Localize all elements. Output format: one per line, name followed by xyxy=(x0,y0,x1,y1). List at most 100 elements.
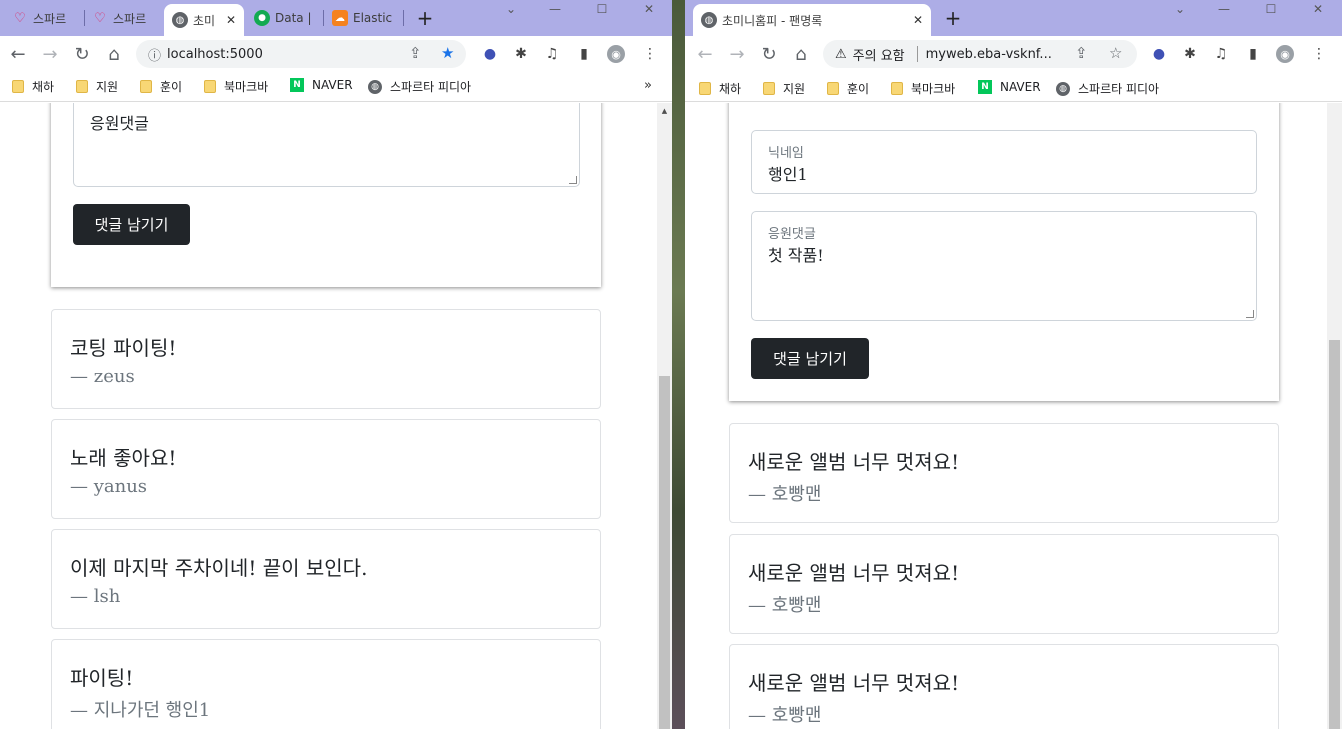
home-icon[interactable]: ⌂ xyxy=(100,40,128,68)
comment-textarea[interactable]: 응원댓글 첫 작품! xyxy=(751,211,1257,321)
page-scrollbar[interactable]: ▲ xyxy=(657,103,672,729)
bookmark-star-icon[interactable]: ★ xyxy=(441,44,454,62)
forward-icon[interactable]: → xyxy=(723,40,751,68)
comment-author: — zeus xyxy=(70,366,135,387)
profile-icon[interactable]: ◉ xyxy=(1276,45,1294,63)
comment-card: 이제 마지막 주차이네! 끝이 보인다. — lsh xyxy=(51,529,601,629)
url-text: myweb.eba-vsknf... xyxy=(925,46,1052,62)
reload-icon[interactable]: ↻ xyxy=(68,40,96,68)
tab-strip: ◍ 초미니홈피 - 팬명록 ✕ + ⌄ — ☐ ✕ xyxy=(685,0,1342,36)
page-scrollbar[interactable] xyxy=(1327,103,1342,729)
browser-toolbar: ← → ↻ ⌂ ⓘ localhost:5000 ⇪ ★ ● ✱ ♫ ▮ ◉ ⋮ xyxy=(0,36,672,72)
address-divider xyxy=(916,46,918,62)
bookmark-item-naver[interactable]: N NAVER xyxy=(290,78,353,92)
comment-value: 응원댓글 xyxy=(90,114,149,133)
scrollbar-thumb[interactable] xyxy=(659,376,670,729)
side-panel-icon[interactable]: ▮ xyxy=(575,45,593,63)
menu-icon[interactable]: ⋮ xyxy=(1310,45,1328,63)
folder-icon xyxy=(12,80,24,93)
bookmark-item[interactable]: 훈이 xyxy=(140,78,182,95)
address-bar[interactable]: ⚠ 주의 요함 myweb.eba-vsknf... ⇪ ☆ xyxy=(823,40,1137,68)
maximize-icon[interactable]: ☐ xyxy=(587,0,617,18)
globe-icon: ◍ xyxy=(172,12,188,28)
bookmark-item[interactable]: 채하 xyxy=(699,80,741,97)
submit-comment-button[interactable]: 댓글 남기기 xyxy=(73,204,190,245)
comment-message: 새로운 앨범 너무 멋져요! xyxy=(748,671,960,695)
new-tab-button[interactable]: + xyxy=(939,4,967,32)
cloud-icon: ☁ xyxy=(332,10,348,26)
comment-textarea[interactable]: 응원댓글 xyxy=(73,103,580,187)
maximize-icon[interactable]: ☐ xyxy=(1256,0,1286,18)
resize-grip-icon[interactable] xyxy=(1246,310,1254,318)
comment-message: 새로운 앨범 너무 멋져요! xyxy=(748,450,960,474)
bookmark-star-icon[interactable]: ☆ xyxy=(1109,44,1122,62)
nickname-field[interactable]: 닉네임 행인1 xyxy=(751,130,1257,194)
close-icon[interactable]: ✕ xyxy=(226,13,236,27)
puzzle-icon[interactable]: ✱ xyxy=(512,45,530,63)
bookmark-label: 채하 xyxy=(719,82,742,96)
nickname-value: 행인1 xyxy=(768,165,808,184)
scroll-up-icon[interactable]: ▲ xyxy=(657,103,672,118)
more-bookmarks-icon[interactable]: » xyxy=(644,78,652,93)
home-icon[interactable]: ⌂ xyxy=(787,40,815,68)
extension-icon[interactable]: ● xyxy=(1150,45,1168,63)
extension-icon[interactable]: ● xyxy=(481,45,499,63)
page-viewport: 응원댓글 댓글 남기기 코팅 파이팅! — zeus 노래 좋아요! — yan… xyxy=(0,103,657,729)
reload-icon[interactable]: ↻ xyxy=(755,40,783,68)
bookmark-item[interactable]: 지원 xyxy=(76,78,118,95)
side-panel-icon[interactable]: ▮ xyxy=(1244,45,1262,63)
tab-search-icon[interactable]: ⌄ xyxy=(496,0,526,18)
media-icon[interactable]: ♫ xyxy=(1212,45,1230,63)
comment-label: 응원댓글 xyxy=(768,227,816,242)
comment-card: 새로운 앨범 너무 멋져요! — 호빵맨 xyxy=(729,423,1279,523)
close-window-icon[interactable]: ✕ xyxy=(1303,0,1333,18)
resize-grip-icon[interactable] xyxy=(569,176,577,184)
bookmark-label: NAVER xyxy=(1000,80,1041,94)
bookmark-label: NAVER xyxy=(312,78,353,92)
naver-icon: N xyxy=(290,78,304,92)
bookmark-item[interactable]: 북마크바 xyxy=(891,80,955,97)
comment-message: 새로운 앨범 너무 멋져요! xyxy=(748,561,960,585)
profile-icon[interactable]: ◉ xyxy=(607,45,625,63)
info-icon[interactable]: ⓘ xyxy=(148,45,161,64)
close-window-icon[interactable]: ✕ xyxy=(634,0,664,18)
bookmark-label: 스파르타 피디아 xyxy=(1078,82,1160,96)
bookmark-item[interactable]: 훈이 xyxy=(827,80,869,97)
menu-icon[interactable]: ⋮ xyxy=(641,45,659,63)
share-icon[interactable]: ⇪ xyxy=(409,44,422,62)
comment-message: 이제 마지막 주차이네! 끝이 보인다. xyxy=(70,556,368,580)
submit-comment-button[interactable]: 댓글 남기기 xyxy=(751,338,869,379)
tab-minihompy-guestbook[interactable]: ◍ 초미니홈피 - 팬명록 ✕ xyxy=(693,4,931,36)
close-icon[interactable]: ✕ xyxy=(913,13,923,27)
media-icon[interactable]: ♫ xyxy=(543,45,561,63)
bookmark-item[interactable]: ◍ 스파르타 피디아 xyxy=(368,78,471,95)
bookmark-item[interactable]: ◍ 스파르타 피디아 xyxy=(1056,80,1159,97)
back-icon[interactable]: ← xyxy=(4,40,32,68)
bookmark-label: 지원 xyxy=(96,80,119,94)
tab-search-icon[interactable]: ⌄ xyxy=(1165,0,1195,18)
minimize-icon[interactable]: — xyxy=(1209,0,1239,18)
tab-minihompy-active[interactable]: ◍ 초미 ✕ xyxy=(164,4,244,36)
forward-icon[interactable]: → xyxy=(36,40,64,68)
puzzle-icon[interactable]: ✱ xyxy=(1181,45,1199,63)
tab-sparta-1[interactable]: ♡ 스파르 xyxy=(4,0,82,36)
scrollbar-thumb[interactable] xyxy=(1329,340,1340,729)
share-icon[interactable]: ⇪ xyxy=(1075,44,1088,62)
bookmark-item-naver[interactable]: N NAVER xyxy=(978,80,1041,94)
tab-elastic[interactable]: ☁ Elastic xyxy=(324,0,402,36)
bookmarks-bar: 채하 지원 훈이 북마크바 N NAVER ◍ 스파르타 피디아 » xyxy=(0,72,672,102)
address-bar[interactable]: ⓘ localhost:5000 ⇪ ★ xyxy=(136,40,466,68)
minimize-icon[interactable]: — xyxy=(540,0,570,18)
comment-author: — 호빵맨 xyxy=(748,595,822,616)
desktop-background xyxy=(672,0,685,729)
bookmark-item[interactable]: 북마크바 xyxy=(204,78,268,95)
back-icon[interactable]: ← xyxy=(691,40,719,68)
warning-icon[interactable]: ⚠ xyxy=(835,47,847,62)
new-tab-button[interactable]: + xyxy=(411,4,439,32)
comment-message: 코팅 파이팅! xyxy=(70,336,177,360)
bookmark-item[interactable]: 지원 xyxy=(763,80,805,97)
tab-sparta-2[interactable]: ♡ 스파르 xyxy=(84,0,162,36)
folder-icon xyxy=(699,82,711,95)
tab-data[interactable]: ● Data | xyxy=(246,0,322,36)
bookmark-item[interactable]: 채하 xyxy=(12,78,54,95)
